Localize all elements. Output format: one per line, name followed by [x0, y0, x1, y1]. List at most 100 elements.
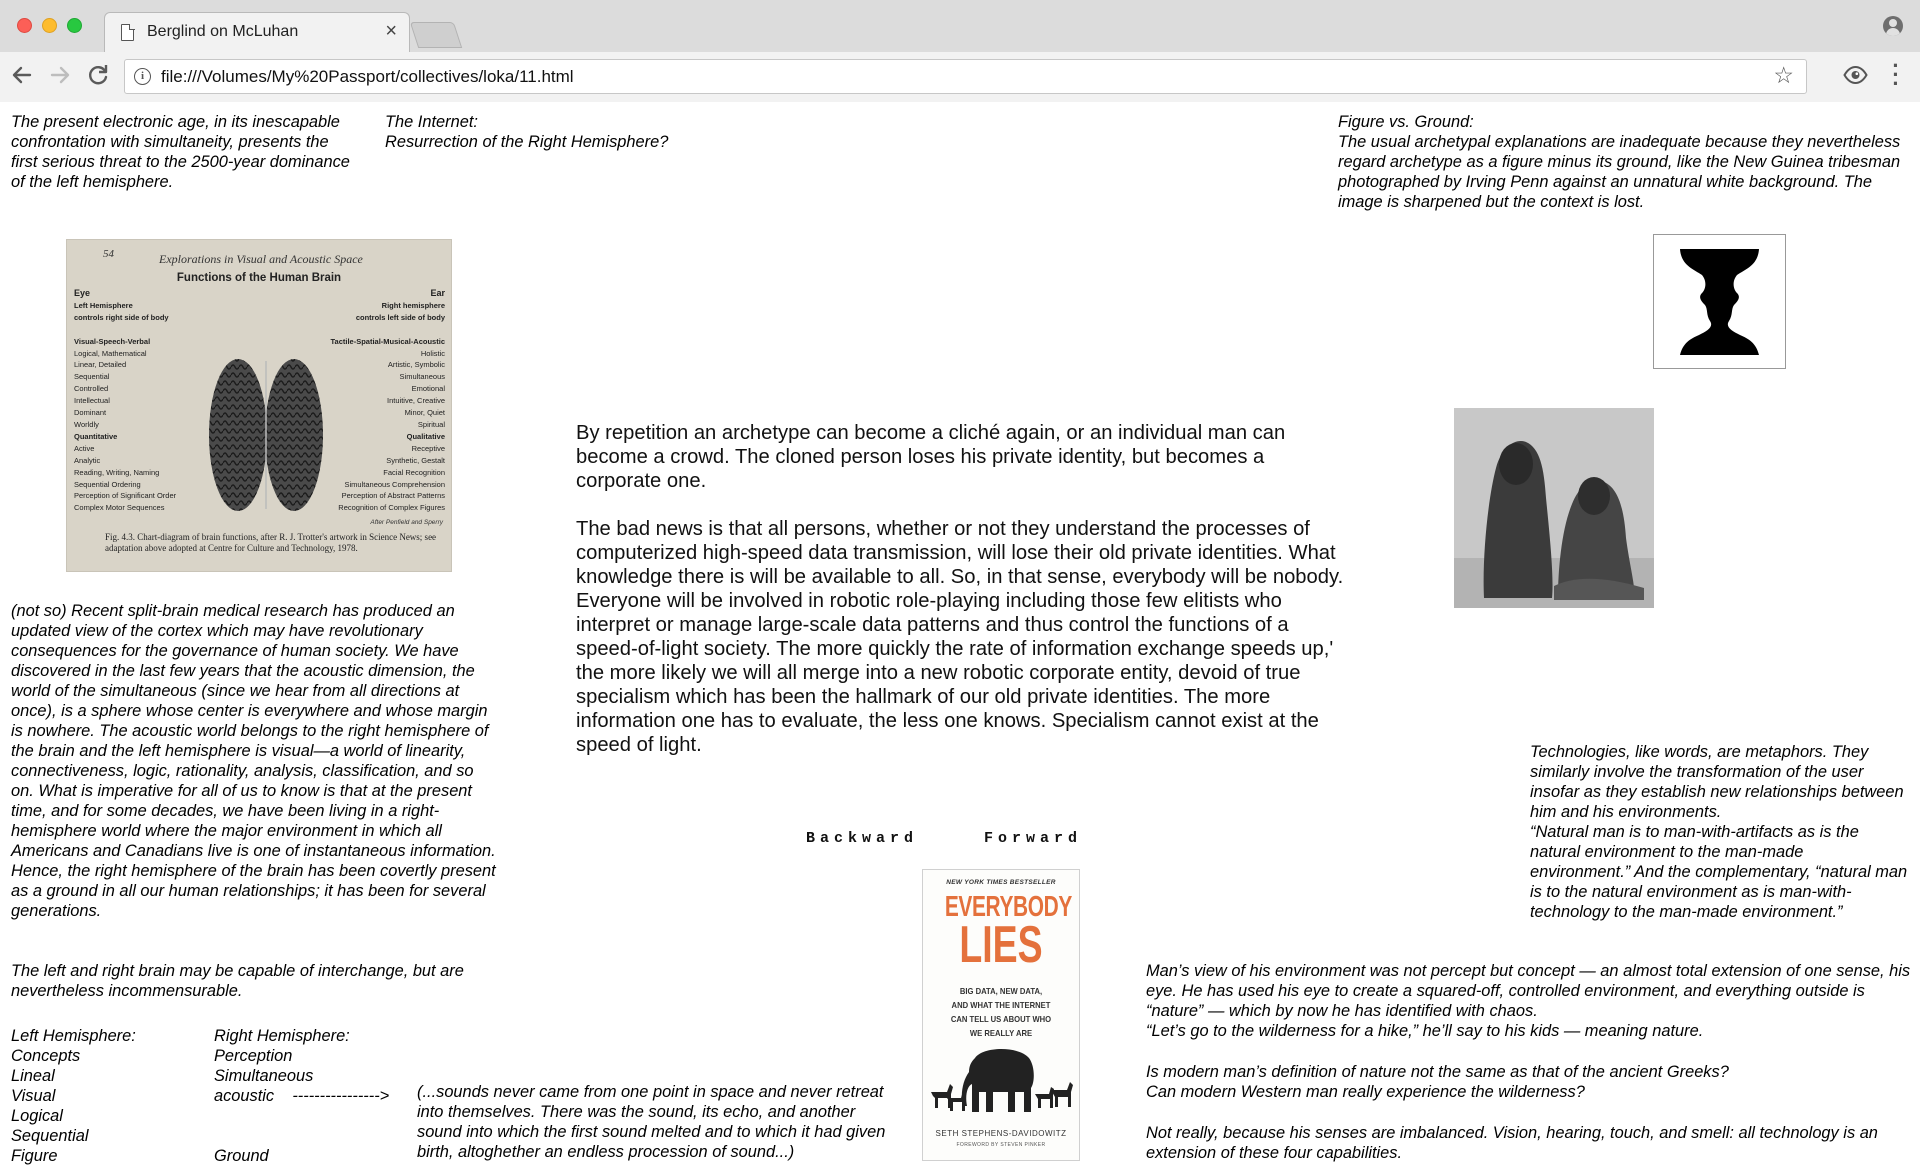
new-tab-button[interactable]: [409, 22, 463, 48]
right-hemisphere-list: Right Hemisphere: Perception Simultaneous a…: [214, 1026, 414, 1166]
left-hemisphere-item: Figure: [11, 1147, 58, 1165]
brain-right-item: Artistic, Symbolic: [387, 360, 445, 370]
brain-right-item: Minor, Quiet: [404, 408, 445, 418]
left-hemisphere-item: Sequential: [11, 1127, 89, 1145]
main-text: By repetition an archetype can become a …: [576, 421, 1346, 781]
toolbar: i file:///Volumes/My%20Passport/collecti…: [0, 52, 1920, 102]
brain-illustration: [209, 359, 323, 511]
left-hemisphere-item: Concepts: [11, 1047, 81, 1065]
brain-right-item: Ear: [430, 288, 445, 298]
left-hemisphere-list: Left Hemisphere: Concepts Lineal Visual Logi…: [11, 1026, 201, 1166]
star-icon[interactable]: ☆: [1773, 62, 1794, 89]
back-arrow-icon[interactable]: [6, 59, 38, 91]
zebra-elephant-illustration: [931, 1049, 1073, 1112]
brain-left-item: Quantitative: [74, 431, 118, 441]
brain-left-item: Worldly: [74, 419, 99, 429]
main-paragraph-1: By repetition an archetype can become a …: [576, 422, 1286, 492]
everybody-lies-book-cover: NEW YORK TIMES BESTSELLER EVERYBODY LIES…: [922, 869, 1080, 1161]
brain-right-item: Synthetic, Gestalt: [386, 455, 445, 465]
brain-running-head: Explorations in Visual and Acoustic Spac…: [159, 252, 363, 266]
url-text[interactable]: file:///Volumes/My%20Passport/collective…: [161, 67, 574, 87]
brain-functions-image: 54 Explorations in Visual and Acoustic S…: [66, 239, 452, 572]
top-center-title: The Internet: Resurrection of the Right …: [385, 113, 669, 151]
tab-strip: Berglind on McLuhan ×: [0, 0, 1920, 53]
tab-active[interactable]: Berglind on McLuhan ×: [104, 12, 410, 53]
figure-ground-text: The usual archetypal explanations are in…: [1338, 133, 1901, 211]
brain-right-item: Recognition of Complex Figures: [338, 503, 445, 513]
brain-left-item: Dominant: [74, 408, 107, 418]
brain-right-item: Holistic: [420, 348, 445, 358]
technologies-text: Technologies, like words, are metaphors.…: [1530, 743, 1908, 921]
book-subtitle-line: CAN TELL US ABOUT WHO: [950, 1014, 1052, 1024]
brain-right-item: Facial Recognition: [383, 467, 445, 477]
right-hemisphere-item: [214, 1106, 414, 1126]
brain-right-item: Right hemisphere: [381, 300, 445, 310]
senses-text: Not really, because his senses are imbal…: [1146, 1124, 1878, 1162]
brain-left-item: Left Hemisphere: [74, 300, 133, 310]
navigation-links: Backward Forward: [806, 830, 1082, 847]
right-hemisphere-item: Perception: [214, 1047, 293, 1065]
brain-left-column: Eye Left Hemisphere controls right side of…: [74, 288, 184, 514]
right-hemisphere-item: Right Hemisphere:: [214, 1027, 350, 1045]
close-window-button[interactable]: [17, 18, 32, 33]
left-hemisphere-item: Visual: [11, 1087, 56, 1105]
right-hemisphere-item: acoustic ---------------->: [214, 1087, 390, 1105]
brain-right-item: [325, 324, 445, 336]
brain-right-item: Tactile-Spatial-Musical-Acoustic: [330, 336, 445, 346]
book-bestseller-line: NEW YORK TIMES BESTSELLER: [946, 879, 1056, 886]
tab-title: Berglind on McLuhan: [147, 23, 299, 40]
backward-link[interactable]: Backward: [806, 830, 918, 847]
book-subtitle: BIG DATA, NEW DATA, AND WHAT THE INTERNET…: [931, 984, 1071, 1040]
book-subtitle-line: BIG DATA, NEW DATA,: [959, 986, 1043, 996]
split-brain-text: (not so) Recent split-brain medical rese…: [11, 602, 496, 920]
forward-link[interactable]: Forward: [984, 830, 1082, 847]
figure-ground-title: Figure vs. Ground:: [1338, 113, 1474, 131]
maximize-window-button[interactable]: [67, 18, 82, 33]
book-title-line-2: LIES: [959, 916, 1043, 974]
interchange-text: The left and right brain may be capable …: [11, 962, 464, 1000]
book-author: SETH STEPHENS-DAVIDOWITZ: [935, 1129, 1067, 1138]
right-hemisphere-item: Ground: [214, 1147, 269, 1165]
brain-left-item: Sequential Ordering: [74, 479, 141, 489]
brain-right-item: Emotional: [411, 384, 445, 394]
tribesmen-photo: [1454, 408, 1654, 608]
minimize-window-button[interactable]: [42, 18, 57, 33]
menu-dots-icon[interactable]: · · ·: [1888, 55, 1904, 95]
right-hemisphere-item: [214, 1126, 414, 1146]
brain-left-item: Active: [74, 443, 95, 453]
rubin-vase-image: [1653, 234, 1786, 369]
brain-left-item: Eye: [74, 288, 91, 298]
brain-left-item: Intellectual: [74, 396, 110, 406]
brain-left-item: Controlled: [74, 384, 109, 394]
brain-left-item: Sequential: [74, 372, 110, 382]
close-icon[interactable]: ×: [385, 20, 397, 42]
eye-icon[interactable]: [1843, 64, 1868, 86]
main-paragraph-2: The bad news is that all persons, whethe…: [576, 518, 1344, 756]
brain-left-item: Linear, Detailed: [74, 360, 127, 370]
book-foreword: FOREWORD BY STEVEN PINKER: [956, 1142, 1046, 1148]
brain-right-item: Perception of Abstract Patterns: [341, 491, 445, 501]
profile-icon[interactable]: [1883, 16, 1903, 36]
forward-arrow-icon[interactable]: [44, 59, 76, 91]
sounds-quote: (...sounds never came from one point in …: [417, 1083, 886, 1161]
brain-page-number: 54: [103, 248, 114, 260]
brain-left-item: Analytic: [74, 455, 101, 465]
info-icon[interactable]: i: [134, 68, 151, 85]
brain-left-item: controls right side of body: [74, 312, 169, 322]
left-hemisphere-item: Lineal: [11, 1067, 55, 1085]
address-bar[interactable]: i file:///Volumes/My%20Passport/collecti…: [124, 59, 1807, 94]
reload-icon[interactable]: [82, 59, 114, 91]
brain-right-item: Simultaneous: [399, 372, 445, 382]
top-left-quote: The present electronic age, in its inesc…: [11, 113, 350, 191]
mans-view-text: Man’s view of his environment was not pe…: [1146, 962, 1911, 1040]
page-content: The present electronic age, in its inesc…: [0, 103, 1920, 1169]
brain-right-item: Qualitative: [406, 431, 445, 441]
brain-left-item: Visual-Speech-Verbal: [74, 336, 151, 346]
left-hemisphere-item: Left Hemisphere:: [11, 1027, 136, 1045]
brain-left-item: Logical, Mathematical: [74, 348, 147, 358]
question-text: Is modern man’s definition of nature not…: [1146, 1063, 1729, 1101]
figure-ground-block: Figure vs. Ground: The usual archetypal …: [1338, 112, 1913, 212]
right-hemisphere-item: Simultaneous: [214, 1067, 314, 1085]
brain-credit: After Penfield and Sperry: [370, 519, 443, 526]
brain-right-item: Receptive: [411, 443, 445, 453]
